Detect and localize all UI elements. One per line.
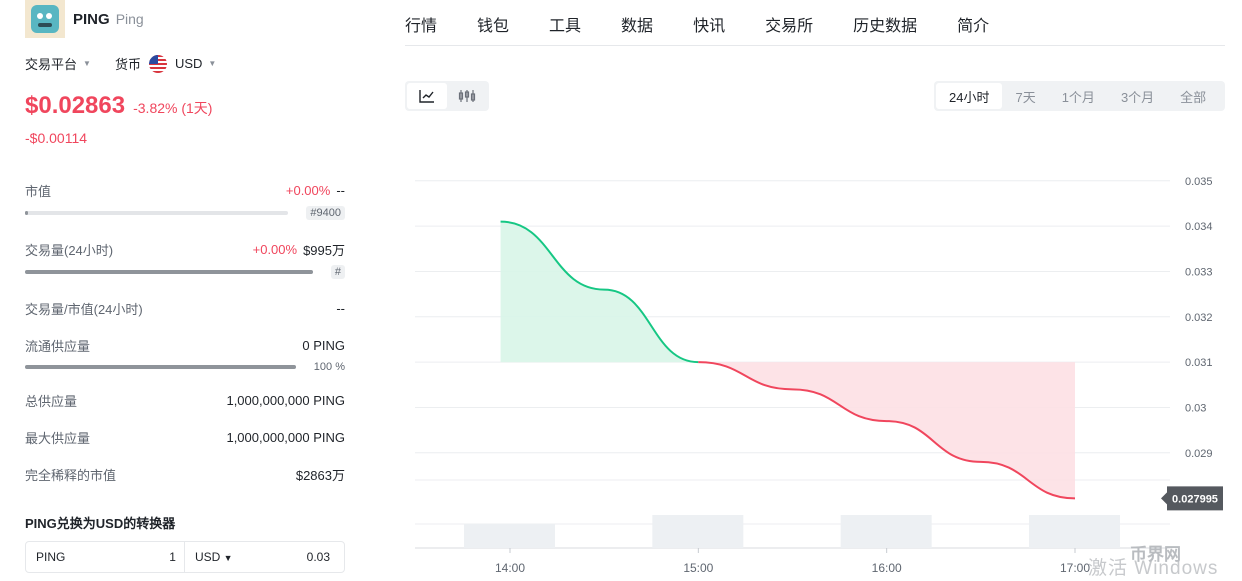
converter-to[interactable]: USD ▼ 0.03 <box>185 550 344 564</box>
vol-mcap-value: -- <box>336 301 345 316</box>
us-flag-icon <box>148 54 167 73</box>
market-cap-rank: #9400 <box>306 206 345 220</box>
circulating-label: 流通供应量 <box>25 339 91 354</box>
platform-selector[interactable]: 交易平台 ▼ <box>25 54 91 73</box>
tab-intro[interactable]: 简介 <box>957 0 989 45</box>
converter: PING 1 USD ▼ 0.03 <box>25 541 345 573</box>
market-cap-value: -- <box>336 183 345 198</box>
y-tick-label: 0.035 <box>1185 176 1213 188</box>
circulating-pct: 100 % <box>313 361 345 373</box>
stat-market-cap: 市值 +0.00% -- #9400 <box>25 181 345 220</box>
vol-mcap-label: 交易量/市值(24小时) <box>25 302 143 317</box>
caret-down-icon: ▼ <box>83 59 91 68</box>
volume-bar <box>25 270 313 274</box>
line-chart-button[interactable] <box>407 83 447 109</box>
main-tabs: 行情 钱包 工具 数据 快讯 交易所 历史数据 简介 <box>405 0 1225 46</box>
total-supply-value: 1,000,000,000 PING <box>226 393 345 408</box>
volume-rank: # <box>330 265 345 279</box>
tab-history[interactable]: 历史数据 <box>853 0 917 45</box>
market-cap-label: 市值 <box>25 184 52 199</box>
market-cap-bar <box>25 211 289 215</box>
site-watermark-logo: 币界网 <box>1130 545 1181 564</box>
stat-circulating: 流通供应量 0 PING 100 % <box>25 336 345 373</box>
volume-label: 交易量(24小时) <box>25 243 114 258</box>
range-7d[interactable]: 7天 <box>1002 83 1048 109</box>
volume-change: +0.00% <box>252 242 298 257</box>
circulating-value: 0 PING <box>302 338 345 353</box>
stat-vol-mcap: 交易量/市值(24小时) -- <box>25 299 345 318</box>
current-price-label: 0.027995 <box>1172 493 1218 505</box>
max-supply-label: 最大供应量 <box>25 431 91 446</box>
y-tick-label: 0.034 <box>1185 221 1213 233</box>
volume-value: $995万 <box>303 243 345 258</box>
y-tick-label: 0.029 <box>1185 448 1213 460</box>
candlestick-icon <box>458 90 476 102</box>
x-tick-label: 16:00 <box>872 561 902 575</box>
coin-name: Ping <box>115 11 144 27</box>
volume-bar <box>1029 515 1120 548</box>
volume-bar <box>840 515 932 548</box>
volume-bar <box>652 515 744 548</box>
stat-total-supply: 总供应量 1,000,000,000 PING <box>25 391 345 410</box>
area-fill-down <box>698 362 1075 499</box>
converter-to-currency-select[interactable]: USD ▼ <box>195 550 233 564</box>
x-tick-label: 17:00 <box>1060 561 1090 575</box>
converter-from-amount[interactable]: 1 <box>169 550 176 564</box>
range-3m[interactable]: 3个月 <box>1108 83 1167 109</box>
line-chart-icon <box>419 90 434 103</box>
max-supply-value: 1,000,000,000 PING <box>226 430 345 445</box>
market-cap-change: +0.00% <box>285 183 331 198</box>
stat-max-supply: 最大供应量 1,000,000,000 PING <box>25 428 345 447</box>
caret-down-icon: ▼ <box>208 59 217 68</box>
price-chart[interactable]: 0.035 0.034 0.033 0.032 0.031 0.03 0.029 14:00 1… <box>405 140 1235 581</box>
y-tick-label: 0.032 <box>1185 312 1213 324</box>
converter-from[interactable]: PING 1 <box>26 542 185 572</box>
coin-header: PING Ping <box>25 0 144 38</box>
y-tick-label: 0.03 <box>1185 402 1206 414</box>
range-all[interactable]: 全部 <box>1167 83 1219 109</box>
stat-volume: 交易量(24小时) +0.00% $995万 # <box>25 240 345 279</box>
circulating-bar <box>25 365 296 369</box>
price-change: -3.82% (1天) <box>133 100 213 116</box>
tab-news[interactable]: 快讯 <box>693 0 725 45</box>
y-tick-label: 0.031 <box>1185 357 1213 369</box>
coin-info-panel: PING Ping 交易平台 ▼ 货币 USD ▼ $0.02863 -3.82… <box>0 0 370 581</box>
converter-to-amount[interactable]: 0.03 <box>307 550 330 564</box>
range-24h[interactable]: 24小时 <box>936 83 1003 109</box>
chart-type-toggle <box>405 81 489 111</box>
platform-label: 交易平台 <box>25 57 78 72</box>
volume-bar <box>464 523 555 548</box>
fdv-value: $2863万 <box>295 468 345 483</box>
tab-data[interactable]: 数据 <box>621 0 653 45</box>
converter-from-symbol: PING <box>36 550 66 564</box>
coin-logo <box>25 0 65 38</box>
selectors: 交易平台 ▼ 货币 USD ▼ <box>25 54 216 73</box>
price-change-abs: -$0.00114 <box>25 130 88 146</box>
currency-value: USD <box>174 56 203 71</box>
candlestick-button[interactable] <box>447 83 487 109</box>
time-range-selector: 24小时 7天 1个月 3个月 全部 <box>934 81 1225 111</box>
y-tick-label: 0.033 <box>1185 266 1213 278</box>
range-1m[interactable]: 1个月 <box>1049 83 1108 109</box>
currency-label: 货币 <box>114 57 141 72</box>
caret-down-icon: ▼ <box>223 553 233 563</box>
tab-market[interactable]: 行情 <box>405 0 437 45</box>
x-tick-label: 15:00 <box>683 561 713 575</box>
tab-exchanges[interactable]: 交易所 <box>765 0 813 45</box>
coin-symbol: PING <box>73 10 110 28</box>
converter-title: PING兑换为USD的转换器 <box>25 516 176 531</box>
price-row: $0.02863 -3.82% (1天) <box>25 92 212 120</box>
area-fill-up <box>500 221 699 363</box>
fdv-label: 完全稀释的市值 <box>25 468 117 483</box>
stat-fdv: 完全稀释的市值 $2863万 <box>25 465 345 484</box>
tab-tools[interactable]: 工具 <box>549 0 581 45</box>
tab-wallet[interactable]: 钱包 <box>477 0 509 45</box>
x-tick-label: 14:00 <box>495 561 525 575</box>
current-price: $0.02863 <box>25 92 126 119</box>
currency-selector[interactable]: 货币 USD ▼ <box>115 54 216 73</box>
total-supply-label: 总供应量 <box>25 394 78 409</box>
